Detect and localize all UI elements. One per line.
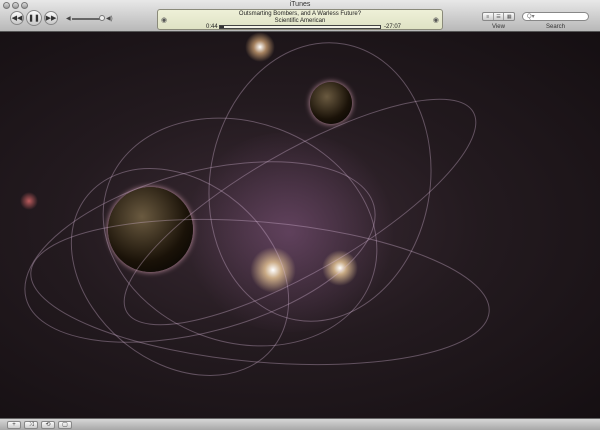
search-label: Search: [546, 24, 566, 30]
volume-high-icon: ◀): [106, 16, 113, 22]
remaining-time[interactable]: -27:07: [384, 24, 401, 30]
view-buttons: ≡ ☰ ▦: [482, 12, 515, 21]
now-playing-display: ◉ Outsmarting Bombers, and A Warless Fut…: [157, 9, 443, 30]
visualizer: [0, 32, 600, 418]
progress-bar[interactable]: [219, 25, 381, 29]
search-input[interactable]: Q▾: [522, 12, 589, 21]
genius-icon[interactable]: ◉: [433, 16, 439, 24]
view-label: View: [492, 24, 505, 30]
shuffle-button[interactable]: ⤨: [24, 421, 38, 429]
elapsed-time: 0:44: [206, 24, 218, 30]
track-title: Outsmarting Bombers, and A Warless Futur…: [238, 11, 362, 17]
repeat-button[interactable]: ⟲: [41, 421, 55, 429]
next-button[interactable]: ▶▶: [44, 11, 58, 25]
view-list-button[interactable]: ≡: [483, 13, 494, 20]
volume-slider[interactable]: [72, 18, 102, 20]
volume-low-icon: ◀: [66, 16, 71, 22]
view-album-button[interactable]: ☰: [494, 13, 505, 20]
toolbar: iTunes ◀◀ ❚❚ ▶▶ ◀ ◀) ◉ Outsmarting Bombe…: [0, 0, 600, 32]
window-title: iTunes: [289, 1, 311, 8]
add-playlist-button[interactable]: +: [7, 421, 21, 429]
previous-button[interactable]: ◀◀: [10, 11, 24, 25]
light-strands: [24, 42, 490, 376]
view-coverflow-button[interactable]: ▦: [504, 13, 514, 20]
pause-button[interactable]: ❚❚: [26, 10, 42, 26]
progress-fill: [220, 26, 225, 28]
bottom-bar: + ⤨ ⟲ ▢: [0, 418, 600, 430]
volume-knob[interactable]: [99, 15, 105, 21]
artwork-button[interactable]: ▢: [58, 421, 72, 429]
